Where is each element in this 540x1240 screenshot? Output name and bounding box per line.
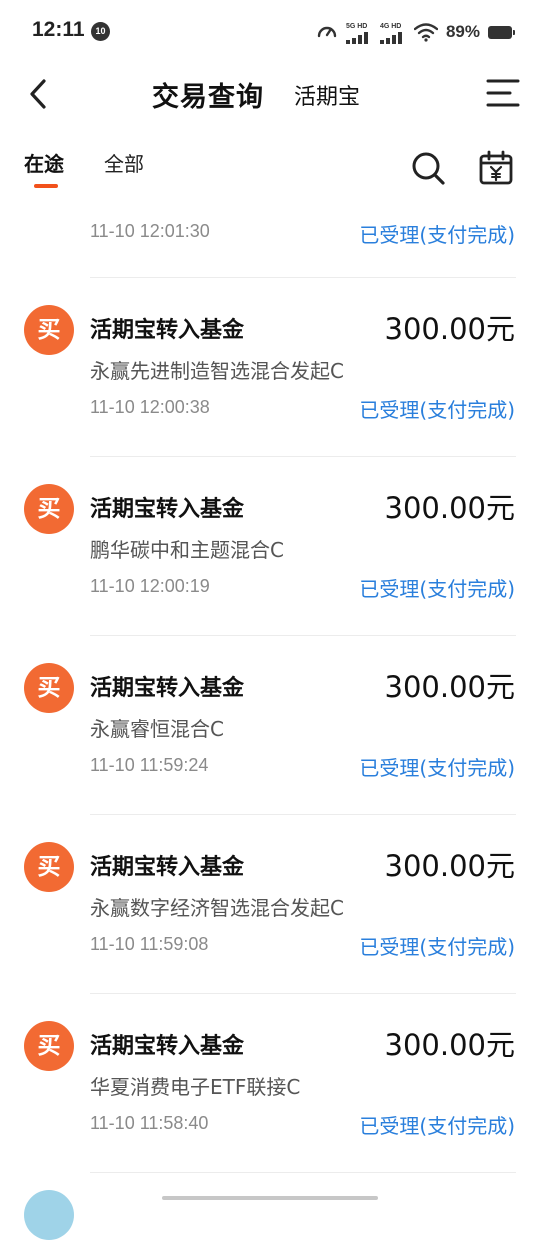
transaction-time: 11-10 11:58:40 xyxy=(90,1113,209,1133)
back-button[interactable] xyxy=(22,74,58,114)
home-indicator[interactable] xyxy=(162,1196,378,1200)
transaction-amount: 300.00元 xyxy=(384,1028,515,1062)
battery-icon xyxy=(488,25,515,39)
notification-badge: 10 xyxy=(91,22,110,41)
transaction-title: 活期宝转入基金 xyxy=(90,855,245,880)
fund-name: 华夏消费电子ETF联接C xyxy=(90,1075,301,1099)
status-time: 12:11 xyxy=(32,18,85,41)
buy-icon: 买 xyxy=(24,842,74,892)
buy-icon: 买 xyxy=(24,1021,74,1071)
transaction-list: 11-10 12:01:30 已受理(支付完成) 买 活期宝转入基金 300.0… xyxy=(0,200,540,1173)
transaction-title: 活期宝转入基金 xyxy=(90,1034,245,1059)
transaction-amount: 300.00元 xyxy=(384,491,515,525)
transaction-title: 活期宝转入基金 xyxy=(90,318,245,343)
wifi-icon xyxy=(413,23,438,42)
transaction-title: 活期宝转入基金 xyxy=(90,676,245,701)
transaction-time: 11-10 11:59:08 xyxy=(90,934,209,954)
transaction-item[interactable]: 买 活期宝转入基金 300.00元 永赢数字经济智选混合发起C 11-10 11… xyxy=(0,815,540,994)
fund-name: 永赢数字经济智选混合发起C xyxy=(90,896,344,920)
search-button[interactable] xyxy=(410,150,446,186)
active-tab-indicator xyxy=(34,184,58,188)
partial-list-icon xyxy=(24,1190,74,1240)
transaction-status: 已受理(支付完成) xyxy=(359,223,515,247)
fund-name: 永赢睿恒混合C xyxy=(90,717,224,741)
search-icon xyxy=(412,152,445,185)
transaction-time: 11-10 12:00:19 xyxy=(90,576,210,596)
transaction-amount: 300.00元 xyxy=(384,312,515,346)
tab-all[interactable]: 全部 xyxy=(104,148,144,177)
transaction-item[interactable]: 买 活期宝转入基金 300.00元 华夏消费电子ETF联接C 11-10 11:… xyxy=(0,994,540,1173)
transaction-amount: 300.00元 xyxy=(384,849,515,883)
calendar-button[interactable] xyxy=(478,150,514,186)
divider xyxy=(90,1172,516,1173)
transaction-status: 已受理(支付完成) xyxy=(359,935,515,959)
filter-tabs: 在途 全部 xyxy=(0,138,540,198)
fund-name: 鹏华碳中和主题混合C xyxy=(90,538,284,562)
page-subtitle: 活期宝 xyxy=(294,85,361,110)
transaction-item[interactable]: 买 活期宝转入基金 300.00元 鹏华碳中和主题混合C 11-10 12:00… xyxy=(0,457,540,636)
buy-icon: 买 xyxy=(24,663,74,713)
transaction-amount: 300.00元 xyxy=(384,670,515,704)
transaction-item[interactable]: 买 活期宝转入基金 300.00元 永赢睿恒混合C 11-10 11:59:24… xyxy=(0,636,540,815)
tab-in-transit[interactable]: 在途 xyxy=(24,148,64,177)
signal-5g-icon: 5G HD xyxy=(345,20,372,44)
transaction-status: 已受理(支付完成) xyxy=(359,756,515,780)
page-title: 交易查询 xyxy=(152,82,264,113)
transaction-time: 11-10 12:01:30 xyxy=(90,221,210,241)
speedometer-icon xyxy=(317,26,337,38)
calendar-yen-icon xyxy=(479,150,513,185)
menu-button[interactable] xyxy=(486,76,520,110)
status-indicators: 5G HD 4G HD 89% xyxy=(316,18,515,46)
transaction-title: 活期宝转入基金 xyxy=(90,497,245,522)
transaction-time: 11-10 11:59:24 xyxy=(90,755,209,775)
transaction-item[interactable]: 买 活期宝转入基金 300.00元 永赢先进制造智选混合发起C 11-10 12… xyxy=(0,278,540,457)
buy-icon: 买 xyxy=(24,305,74,355)
transaction-item-partial[interactable]: 11-10 12:01:30 已受理(支付完成) xyxy=(0,200,540,278)
transaction-time: 11-10 12:00:38 xyxy=(90,397,210,417)
status-bar: 12:11 10 5G HD 4G HD 89% xyxy=(0,0,540,64)
transaction-status: 已受理(支付完成) xyxy=(359,1114,515,1138)
fund-name: 永赢先进制造智选混合发起C xyxy=(90,359,344,383)
signal-4g-icon: 4G HD xyxy=(379,20,406,44)
battery-percent: 89% xyxy=(445,22,480,41)
transaction-status: 已受理(支付完成) xyxy=(359,577,515,601)
chevron-left-icon xyxy=(30,79,46,109)
menu-icon xyxy=(486,79,520,107)
app-header: 交易查询 活期宝 xyxy=(0,64,540,124)
transaction-status: 已受理(支付完成) xyxy=(359,398,515,422)
buy-icon: 买 xyxy=(24,484,74,534)
